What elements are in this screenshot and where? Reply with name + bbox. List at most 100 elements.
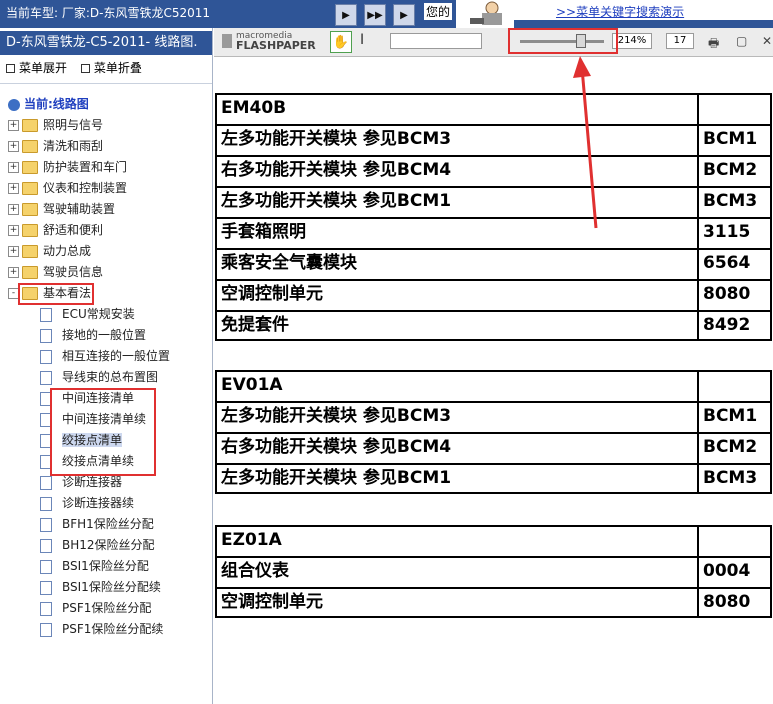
menu-expand-button[interactable]: 菜单展开 (19, 61, 67, 75)
folder-icon (22, 224, 38, 237)
print-button[interactable]: 🖶 (708, 34, 719, 55)
menu-collapse-button[interactable]: 菜单折叠 (94, 61, 142, 75)
search-input[interactable] (390, 33, 482, 49)
tree-page[interactable]: 诊断连接器续 (40, 493, 134, 513)
module-code: BCM1 (703, 129, 758, 149)
zoom-slider-thumb[interactable] (576, 34, 586, 48)
tree-folder[interactable]: + 防护装置和车门 (8, 157, 127, 177)
tree-page-label: 诊断连接器续 (62, 496, 135, 510)
tree-page-selected[interactable]: 绞接点清单 (40, 430, 123, 450)
tree-folder-label: 仪表和控制装置 (43, 181, 128, 195)
page-icon (40, 622, 52, 637)
mascot-figure-icon (470, 1, 502, 25)
section-header-spacer (699, 95, 770, 124)
folder-icon (22, 119, 38, 132)
table-row: 左多功能开关模块 参见BCM1 BCM3 (215, 463, 772, 494)
play-right-icon: ▶ (342, 9, 350, 21)
page-icon (40, 433, 52, 448)
tree-page[interactable]: 中间连接清单 (40, 388, 134, 408)
page-icon (40, 538, 52, 553)
table-row: 手套箱照明 3115 (215, 217, 772, 248)
tree-page[interactable]: 接地的一般位置 (40, 325, 146, 345)
keyword-search-demo-link[interactable]: >>菜单关键字搜索演示 (556, 3, 684, 20)
close-icon: ✕ (762, 34, 773, 48)
page-icon (40, 370, 52, 385)
module-name: 右多功能开关模块 参见BCM4 (217, 434, 699, 463)
table-row: 空调控制单元 8080 (215, 279, 772, 310)
tree-folder-label: 清洗和雨刮 (43, 139, 104, 153)
tree-page-label: 诊断连接器 (62, 475, 123, 489)
zoom-slider-track[interactable] (520, 40, 604, 43)
expand-plus-icon: + (8, 120, 19, 131)
section-header: EZ01A (215, 525, 772, 556)
flashpaper-brand: macromedia FLASHPAPER (236, 31, 316, 51)
divider (0, 83, 212, 84)
tree-page-label: BSI1保险丝分配续 (62, 580, 161, 594)
tree-folder[interactable]: + 舒适和便利 (8, 220, 103, 240)
tree-folder-open[interactable]: - 基本看法 (8, 283, 91, 303)
window-button[interactable]: ▢ (736, 34, 747, 48)
tree-page[interactable]: 相互连接的一般位置 (40, 346, 170, 366)
tree-page[interactable]: BH12保险丝分配 (40, 535, 155, 555)
close-button[interactable]: ✕ (762, 34, 772, 48)
tree-folder[interactable]: + 清洗和雨刮 (8, 136, 103, 156)
page-icon (40, 517, 52, 532)
tree-folder-label: 防护装置和车门 (43, 160, 128, 174)
module-name: 乘客安全气囊模块 (217, 250, 699, 279)
tree-page[interactable]: ECU常规安装 (40, 304, 135, 324)
expand-plus-icon: + (8, 141, 19, 152)
tree-page-label: 中间连接清单 (62, 391, 135, 405)
hand-tool-button[interactable]: ✋ (330, 31, 352, 53)
section-header-label: EM40B (217, 95, 699, 124)
page-icon (40, 475, 52, 490)
expand-icon (6, 64, 15, 73)
table-row: 右多功能开关模块 参见BCM4 BCM2 (215, 155, 772, 186)
module-code: 8080 (703, 284, 751, 304)
tree-folder-label: 驾驶员信息 (43, 265, 104, 279)
tree-page[interactable]: BSI1保险丝分配 (40, 556, 149, 576)
tree-page-label: 相互连接的一般位置 (62, 349, 171, 363)
section-header: EV01A (215, 370, 772, 401)
tree-root[interactable]: 当前:线路图 (8, 94, 89, 114)
module-code: BCM2 (703, 437, 758, 457)
tree-page[interactable]: 中间连接清单续 (40, 409, 146, 429)
tree-page[interactable]: PSF1保险丝分配续 (40, 619, 163, 639)
zoom-value[interactable]: 214% (612, 33, 652, 49)
tree-page[interactable]: 诊断连接器 (40, 472, 122, 492)
tree-page[interactable]: 导线束的总布置图 (40, 367, 158, 387)
tree-page-label: 接地的一般位置 (62, 328, 147, 342)
table-row: 乘客安全气囊模块 6564 (215, 248, 772, 279)
table-row: 左多功能开关模块 参见BCM1 BCM3 (215, 186, 772, 217)
tree-page[interactable]: BFH1保险丝分配 (40, 514, 154, 534)
folder-icon (22, 266, 38, 279)
text-select-tool-button[interactable]: I (360, 32, 364, 48)
tree-page[interactable]: PSF1保险丝分配 (40, 598, 151, 618)
nav-skip-button[interactable]: ▶▶ (364, 4, 386, 26)
printer-icon: 🖶 (708, 36, 720, 50)
tree-folder[interactable]: + 动力总成 (8, 241, 91, 261)
tree-folder[interactable]: + 照明与信号 (8, 115, 103, 135)
tree-page[interactable]: 绞接点清单续 (40, 451, 134, 471)
nav-play-button[interactable]: ▶ (393, 4, 415, 26)
tree-folder-label: 舒适和便利 (43, 223, 104, 237)
tree-folder[interactable]: + 驾驶员信息 (8, 262, 103, 282)
current-car-label: 当前车型: 厂家:D-东风雪铁龙C52011 (6, 6, 211, 20)
tree-page-label: ECU常规安装 (62, 307, 135, 321)
tree-page-label: BFH1保险丝分配 (62, 517, 154, 531)
window-icon: ▢ (736, 34, 748, 48)
folder-icon (22, 140, 38, 153)
module-code: BCM3 (703, 191, 758, 211)
menu-toggles: 菜单展开 菜单折叠 (6, 59, 152, 76)
table-row: 左多功能开关模块 参见BCM3 BCM1 (215, 401, 772, 432)
tree-page[interactable]: BSI1保险丝分配续 (40, 577, 161, 597)
tree-page-label: PSF1保险丝分配 (62, 601, 152, 615)
nav-next-button[interactable]: ▶ (335, 4, 357, 26)
tree-folder[interactable]: + 驾驶辅助装置 (8, 199, 115, 219)
module-name: 空调控制单元 (217, 589, 699, 616)
section-header-label: EV01A (217, 372, 699, 401)
page-number-input[interactable]: 17 (666, 33, 694, 49)
page-icon (40, 307, 52, 322)
brand-big: FLASHPAPER (236, 39, 316, 52)
play-icon: ▶ (400, 9, 408, 21)
tree-folder[interactable]: + 仪表和控制装置 (8, 178, 127, 198)
